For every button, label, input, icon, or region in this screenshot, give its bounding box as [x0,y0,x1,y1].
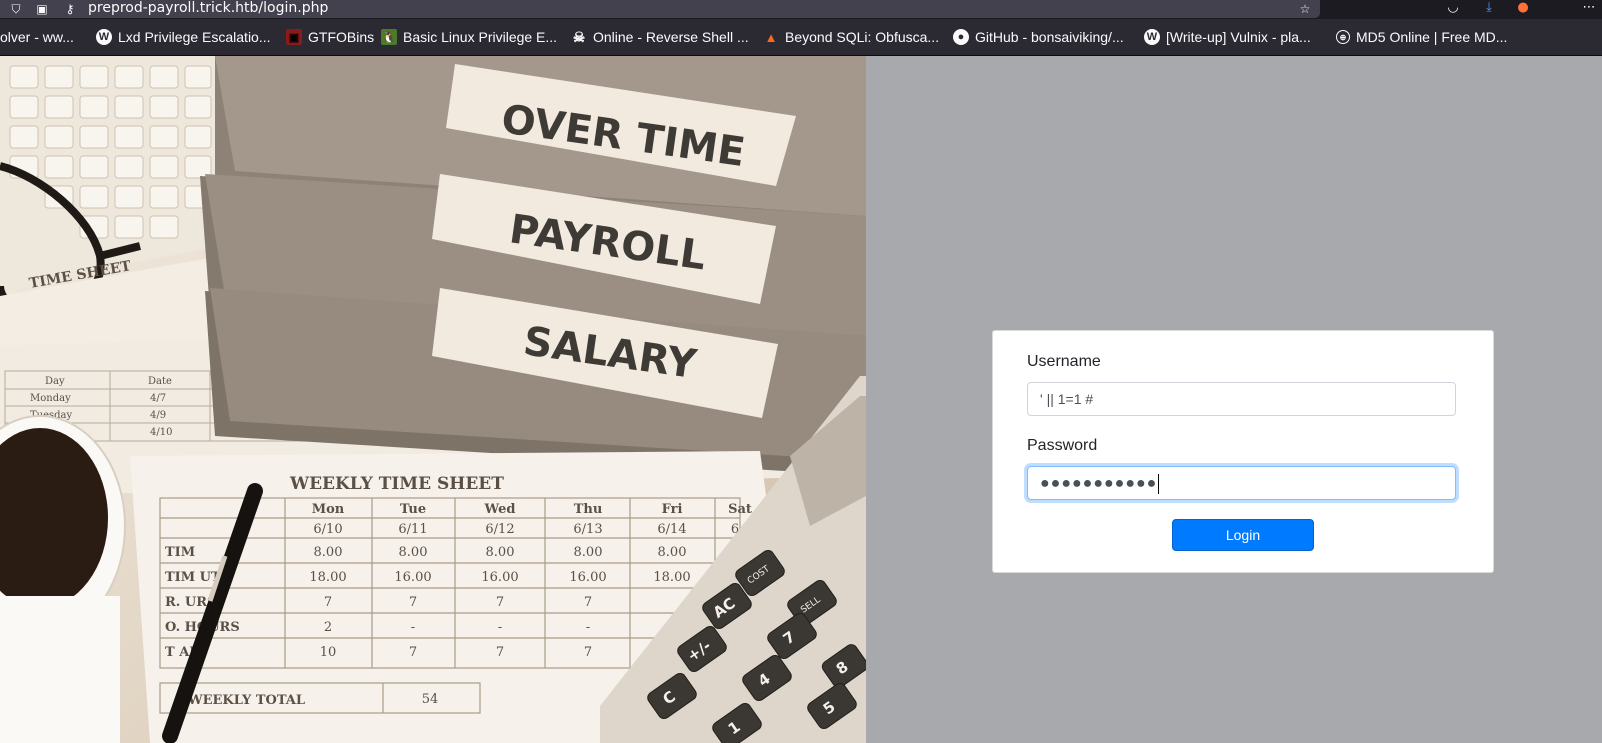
text-caret [1158,474,1160,495]
svg-text:16.00: 16.00 [569,570,606,585]
bookmark-label: MD5 Online | Free MD... [1356,29,1508,45]
bookmarks-toolbar: olver - ww... W Lxd Privilege Escalatio.… [0,19,1602,56]
svg-text:2: 2 [324,620,332,635]
payroll-illustration: TIME SHEET TIME SHE DayDateStart TimeEnd… [0,56,866,743]
svg-text:TIM UT: TIM UT [165,570,221,585]
svg-text:18.00: 18.00 [653,570,690,585]
svg-text:Fri: Fri [662,502,683,517]
svg-text:7: 7 [584,645,592,660]
svg-text:Date: Date [148,376,172,387]
fox-icon: ▲ [764,29,778,45]
bookmark-item[interactable]: W Lxd Privilege Escalatio... [96,19,271,55]
svg-text:10: 10 [320,645,337,660]
svg-text:16.00: 16.00 [394,570,431,585]
svg-text:8.00: 8.00 [486,545,515,560]
svg-text:18.00: 18.00 [309,570,346,585]
url-bar[interactable]: ⛉ ▣ ⚷ preprod-payroll.trick.htb/login.ph… [0,0,1320,18]
wordpress-icon: W [96,29,112,45]
svg-text:Thu: Thu [574,502,603,517]
tux-icon: 🐧 [381,29,397,45]
page-permissions-icon[interactable]: ▣ [34,1,50,17]
binders-illustration: OVER TIME PAYROLL SALARY [200,56,866,476]
svg-text:4/7: 4/7 [150,393,166,404]
extension-icon[interactable]: ● [1514,0,1532,18]
svg-text:Sat: Sat [728,502,752,517]
username-value: ' || 1=1 # [1040,391,1094,407]
svg-text:8.00: 8.00 [574,545,603,560]
bookmark-item[interactable]: ☠ Online - Reverse Shell ... [571,19,749,55]
login-card: Username ' || 1=1 # Password ●●●●●●●●●●●… [992,330,1494,573]
bookmark-item[interactable]: ▲ Beyond SQLi: Obfusca... [763,19,940,55]
svg-text:WEEKLY TOTAL: WEEKLY TOTAL [187,693,305,708]
downloads-icon[interactable]: ⤓ [1480,0,1498,18]
svg-text:7: 7 [409,595,417,610]
bookmark-label: Online - Reverse Shell ... [593,29,749,45]
svg-text:8.00: 8.00 [658,545,687,560]
wordpress-icon: W [1144,29,1160,45]
bookmark-item[interactable]: W [Write-up] Vulnix - pla... [1144,19,1311,55]
bookmark-label: Beyond SQLi: Obfusca... [785,29,940,45]
svg-text:7: 7 [496,595,504,610]
svg-text:6/14: 6/14 [657,522,686,537]
weekly-title: WEEKLY TIME SHEET [289,474,504,494]
bookmark-item[interactable]: 🐧 Basic Linux Privilege E... [381,19,557,55]
password-masked-value: ●●●●●●●●●●● [1040,475,1158,492]
svg-text:8.00: 8.00 [399,545,428,560]
bookmark-item[interactable]: ● GitHub - bonsaiviking/... [953,19,1124,55]
svg-text:16.00: 16.00 [481,570,518,585]
overflow-menu-icon[interactable]: ⋯ [1580,0,1598,18]
username-field[interactable]: ' || 1=1 # [1027,382,1456,416]
key-icon[interactable]: ⚷ [62,1,78,17]
login-button[interactable]: Login [1172,519,1314,551]
svg-text:Tue: Tue [400,502,426,517]
password-field[interactable]: ●●●●●●●●●●● [1027,466,1456,500]
svg-text:Day: Day [45,376,65,387]
bookmark-label: GTFOBins [308,29,375,45]
svg-text:6/12: 6/12 [485,522,514,537]
skull-icon: ☠ [572,28,586,45]
coffee-cup-illustration [0,415,126,743]
svg-text:54: 54 [422,692,439,707]
shield-icon[interactable]: ⛉ [8,1,24,17]
svg-text:-: - [498,620,502,635]
pocket-icon[interactable]: ◡ [1444,0,1462,18]
bookmark-item[interactable]: ▣ GTFOBins [286,19,374,55]
svg-text:Mon: Mon [312,502,345,517]
payroll-hero-image: TIME SHEET TIME SHE DayDateStart TimeEnd… [0,56,866,743]
svg-text:TIM: TIM [165,545,195,560]
page-content: TIME SHEET TIME SHE DayDateStart TimeEnd… [0,56,1602,743]
svg-text:7: 7 [496,645,504,660]
bookmark-label: GitHub - bonsaiviking/... [975,29,1124,45]
svg-text:-: - [411,620,415,635]
svg-text:7: 7 [409,645,417,660]
svg-text:6/10: 6/10 [313,522,342,537]
bookmark-label: Lxd Privilege Escalatio... [118,29,271,45]
svg-text:Wed: Wed [484,502,516,517]
svg-text:6/11: 6/11 [398,522,427,537]
svg-text:8.00: 8.00 [314,545,343,560]
github-icon: ● [953,29,969,45]
gtfobins-icon: ▣ [286,29,302,45]
browser-toolbar: ⛉ ▣ ⚷ preprod-payroll.trick.htb/login.ph… [0,0,1602,19]
bookmark-label: Basic Linux Privilege E... [403,29,558,45]
svg-text:-: - [586,620,590,635]
bookmark-label: olver - ww... [0,29,74,45]
svg-text:Monday: Monday [30,393,71,404]
bookmark-star-icon[interactable]: ☆ [1297,1,1313,17]
bookmark-item[interactable]: ⊕ MD5 Online | Free MD... [1336,19,1507,55]
svg-text:7: 7 [324,595,332,610]
bookmark-label: [Write-up] Vulnix - pla... [1166,29,1311,45]
username-label: Username [1027,353,1101,370]
svg-text:6/13: 6/13 [573,522,602,537]
svg-text:4/10: 4/10 [150,427,172,438]
svg-text:4/9: 4/9 [150,410,166,421]
svg-text:7: 7 [584,595,592,610]
bookmark-item[interactable]: olver - ww... [0,19,74,55]
password-label: Password [1027,437,1098,454]
globe-icon: ⊕ [1336,30,1350,44]
url-text[interactable]: preprod-payroll.trick.htb/login.php [88,0,328,18]
